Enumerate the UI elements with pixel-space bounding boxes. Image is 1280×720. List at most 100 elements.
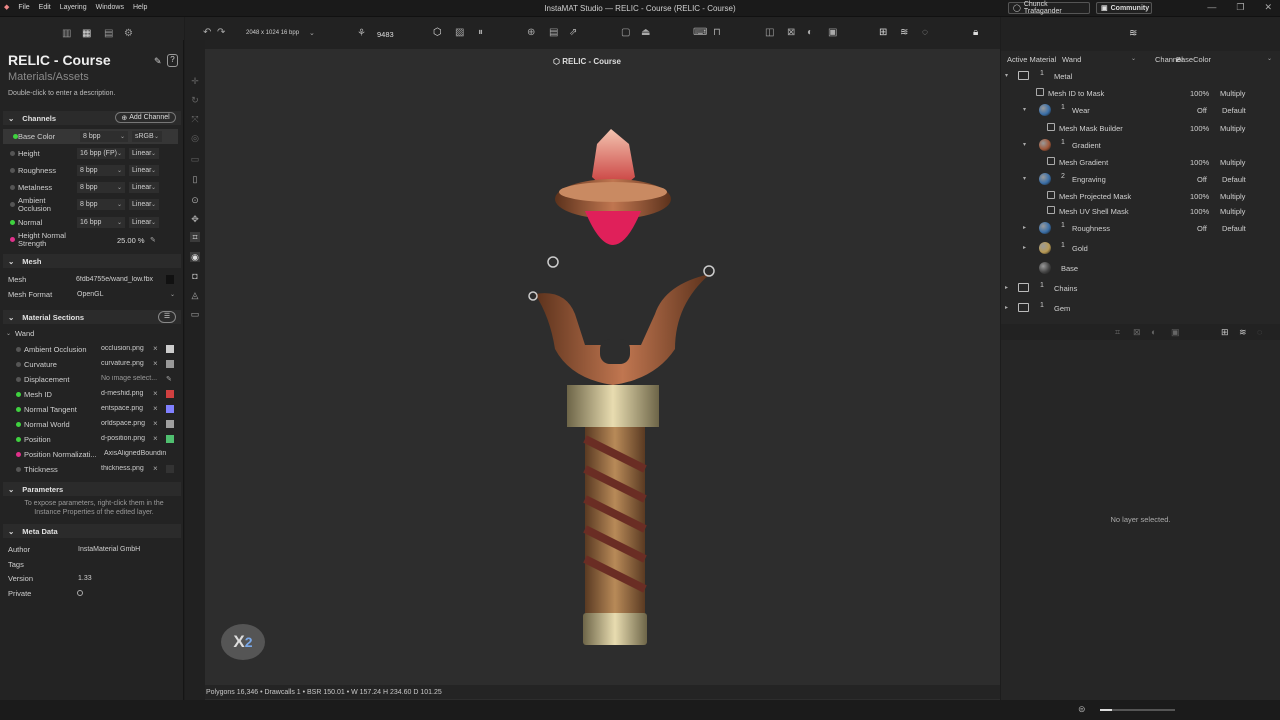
map-thumbnail[interactable] <box>166 465 174 473</box>
user-button[interactable]: ◯ Chunck Trafagander <box>1008 1 1090 15</box>
channel-depth-select[interactable]: 8 bpp ⌄ <box>77 199 125 210</box>
mesh-format-select[interactable]: OpenGL <box>77 291 103 298</box>
resolution-select[interactable]: 2048 x 1024 16 bpp <box>246 30 299 36</box>
channel-depth-select[interactable]: 8 bpp ⌄ <box>80 131 128 142</box>
layer-opacity[interactable]: 100% <box>1190 192 1209 201</box>
scale-icon[interactable]: ⤧ <box>190 114 200 124</box>
map-thumbnail[interactable] <box>166 360 174 368</box>
parameters-header[interactable]: ⌄ Parameters <box>3 482 181 496</box>
active-material-select[interactable]: Wand <box>1062 55 1081 64</box>
add-layer-icon[interactable]: ⊞ <box>1221 327 1229 338</box>
material-map-row[interactable]: Displacement No image select... ✎ <box>0 372 182 387</box>
chevron-down-icon[interactable]: ⌄ <box>170 291 175 298</box>
mesh-header[interactable]: ⌄ Mesh <box>3 254 181 268</box>
monitor-icon[interactable]: ▭ <box>190 309 200 319</box>
clear-icon[interactable]: × <box>153 404 158 413</box>
resolution-dropdown-icon[interactable]: ⌄ <box>309 29 315 37</box>
material-map-row[interactable]: Mesh ID d-meshid.png × <box>0 387 182 402</box>
map-file[interactable]: d-position.png <box>101 435 153 442</box>
channel-space-select[interactable]: sRGB ⌄ <box>132 131 162 142</box>
clear-icon[interactable]: × <box>153 464 158 473</box>
transform-icon[interactable]: ✥ <box>190 214 200 224</box>
channel-depth-select[interactable]: 16 bpp (FP) ⌄ <box>77 148 125 159</box>
stack-icon[interactable]: ≋ <box>900 27 908 38</box>
material-map-row[interactable]: Position Normalizati... AxisAlignedBound… <box>0 447 182 462</box>
bake-icon[interactable]: ⏏ <box>641 27 650 38</box>
material-map-row[interactable]: Position d-position.png × <box>0 432 182 447</box>
graph-icon[interactable]: ⊓ <box>713 27 721 38</box>
menu-windows[interactable]: Windows <box>96 4 124 11</box>
clear-icon[interactable]: × <box>153 389 158 398</box>
layer-blend-mode[interactable]: Default <box>1222 106 1246 115</box>
menu-edit[interactable]: Edit <box>39 4 51 11</box>
layer-mask-row[interactable]: Mesh Gradient 100% Multiply <box>1001 154 1273 171</box>
channel-select[interactable]: BaseColor <box>1176 55 1211 64</box>
map-thumbnail[interactable] <box>166 420 174 428</box>
layer-row[interactable]: ▾ 1 Wear Off Default <box>1001 102 1273 119</box>
seed-value[interactable]: 9483 <box>377 30 394 39</box>
layer-grid-icon[interactable]: ⊠ <box>787 27 795 38</box>
eye-icon[interactable]: ◉ <box>190 252 200 262</box>
layer-mask-row[interactable]: Mesh Mask Builder 100% Multiply <box>1001 120 1273 137</box>
mesh-file-icon[interactable] <box>166 275 174 284</box>
channel-row[interactable]: Height 16 bpp (FP) ⌄ Linear ⌄ <box>0 146 182 161</box>
layers-icon[interactable]: ≋ <box>1129 28 1137 39</box>
clear-icon[interactable]: × <box>153 344 158 353</box>
layer-blend-mode[interactable]: Multiply <box>1220 124 1245 133</box>
layer-opacity[interactable]: 100% <box>1190 124 1209 133</box>
layer-row[interactable]: ▾ 2 Engraving Off Default <box>1001 171 1273 188</box>
map-file[interactable]: entspace.png <box>101 405 153 412</box>
material-map-row[interactable]: Normal World orldspace.png × <box>0 417 182 432</box>
maximize-icon[interactable]: ❐ <box>1236 2 1244 13</box>
channel-row[interactable]: Roughness 8 bpp ⌄ Linear ⌄ <box>0 163 182 178</box>
add-channel-button[interactable]: ⊕ Add Channel <box>115 112 176 123</box>
clipboard-icon[interactable]: ▯ <box>190 174 200 184</box>
redo-icon[interactable]: ↷ <box>217 27 225 38</box>
menu-help[interactable]: Help <box>133 4 147 11</box>
new-layer-icon[interactable]: ⊞ <box>879 27 887 38</box>
visibility-icon[interactable]: ◌ <box>922 27 928 38</box>
move-icon[interactable]: ✛ <box>190 76 200 86</box>
channel-space-select[interactable]: Linear ⌄ <box>129 148 159 159</box>
split-view-icon[interactable]: ⏸ <box>478 27 483 38</box>
asset-description[interactable]: Double-click to enter a description. <box>8 90 115 97</box>
map-thumbnail[interactable] <box>166 405 174 413</box>
asset-title[interactable]: RELIC - Course <box>8 52 111 68</box>
map-file[interactable]: orldspace.png <box>101 420 153 427</box>
channel-row[interactable]: Base Color 8 bpp ⌄ sRGB ⌄ <box>3 129 178 144</box>
map-thumbnail[interactable] <box>166 390 174 398</box>
map-file[interactable]: No image select... <box>101 375 161 382</box>
chevron-down-icon[interactable]: ⌄ <box>1267 55 1272 62</box>
hide-icon[interactable]: ◌ <box>1257 327 1262 337</box>
community-button[interactable]: ▣ Community <box>1096 2 1152 14</box>
private-toggle[interactable] <box>77 590 83 596</box>
clear-icon[interactable]: × <box>153 434 158 443</box>
close-icon[interactable]: ✕ <box>1264 2 1272 13</box>
share-icon[interactable]: ⇗ <box>569 27 577 38</box>
seed-icon[interactable]: ⚘ <box>357 28 366 39</box>
layer-row[interactable]: ▾ 1 Gradient <box>1001 137 1273 154</box>
layer-opacity[interactable]: Off <box>1197 106 1207 115</box>
layer-row[interactable]: Base <box>1001 260 1273 277</box>
layer-opacity[interactable]: Off <box>1197 175 1207 184</box>
material-map-row[interactable]: Ambient Occlusion occlusion.png × <box>0 342 182 357</box>
map-thumbnail[interactable] <box>166 345 174 353</box>
channel-row[interactable]: Ambient Occlusion 8 bpp ⌄ Linear ⌄ <box>0 196 182 212</box>
layer-fill-icon[interactable]: ◐ <box>807 27 813 38</box>
layer-row[interactable]: ▸ 1 Roughness Off Default <box>1001 220 1273 237</box>
rotate-icon[interactable]: ↻ <box>190 95 200 105</box>
zoom-icon[interactable]: ⊜ <box>1078 704 1086 715</box>
material-map-row[interactable]: Curvature curvature.png × <box>0 357 182 372</box>
map-file[interactable]: thickness.png <box>101 465 153 472</box>
layer-blend-mode[interactable]: Default <box>1222 224 1246 233</box>
layer-opacity[interactable]: 100% <box>1190 207 1209 216</box>
menu-file[interactable]: File <box>18 4 29 11</box>
chevron-right-icon[interactable]: ▸ <box>1005 304 1008 311</box>
edit-icon[interactable]: ✎ <box>154 56 162 67</box>
select-icon[interactable]: ⌗ <box>190 232 200 242</box>
mask-image-icon[interactable]: ▣ <box>1171 327 1180 338</box>
lock-icon[interactable]: 🔒︎ <box>973 27 978 38</box>
channel-space-select[interactable]: Linear ⌄ <box>129 217 159 228</box>
layer-image-icon[interactable]: ▣ <box>828 27 837 38</box>
mesh-file[interactable]: 6fdb4755e/wand_low.fbx <box>76 276 162 283</box>
